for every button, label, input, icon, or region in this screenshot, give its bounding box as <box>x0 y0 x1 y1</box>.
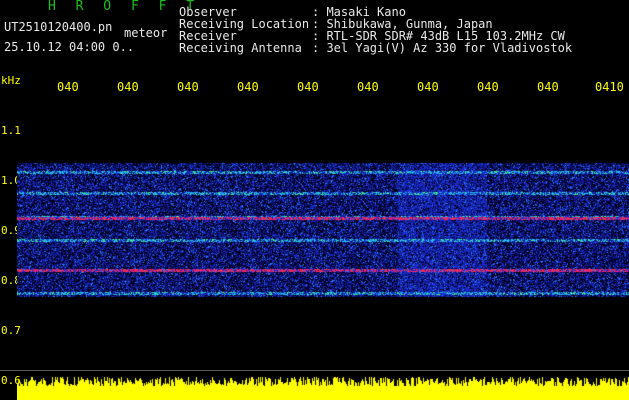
time-label: 040 <box>417 80 439 94</box>
antenna-label: Receiving Antenna <box>179 41 302 55</box>
time-label: 040 <box>537 80 559 94</box>
time-label: 040 <box>117 80 139 94</box>
time-label: 040 <box>297 80 319 94</box>
spectrogram-plot <box>17 100 629 400</box>
file-name: UT2510120400.pn <box>4 20 113 34</box>
station-info-values: : Masaki Kano : Shibukawa, Gunma, Japan … <box>312 6 572 54</box>
time-label: 040 <box>237 80 259 94</box>
time-label: 040 <box>177 80 199 94</box>
y-axis-unit: kHz <box>1 74 21 87</box>
baseline-divider <box>0 370 629 371</box>
time-label: 0410 <box>595 80 624 94</box>
station-info-labels: Observer Receiving Location Receiver Rec… <box>179 6 309 54</box>
file-type-suffix: meteor <box>124 26 168 40</box>
app-brand-title: H R O F F T <box>48 0 201 14</box>
time-label: 040 <box>477 80 499 94</box>
file-timestamp: 25.10.12 04:00 0.. <box>4 40 135 54</box>
time-label: 040 <box>357 80 379 94</box>
time-label: 040 <box>57 80 79 94</box>
antenna-value: : 3el Yagi(V) Az 330 for Vladivostok <box>312 41 573 55</box>
